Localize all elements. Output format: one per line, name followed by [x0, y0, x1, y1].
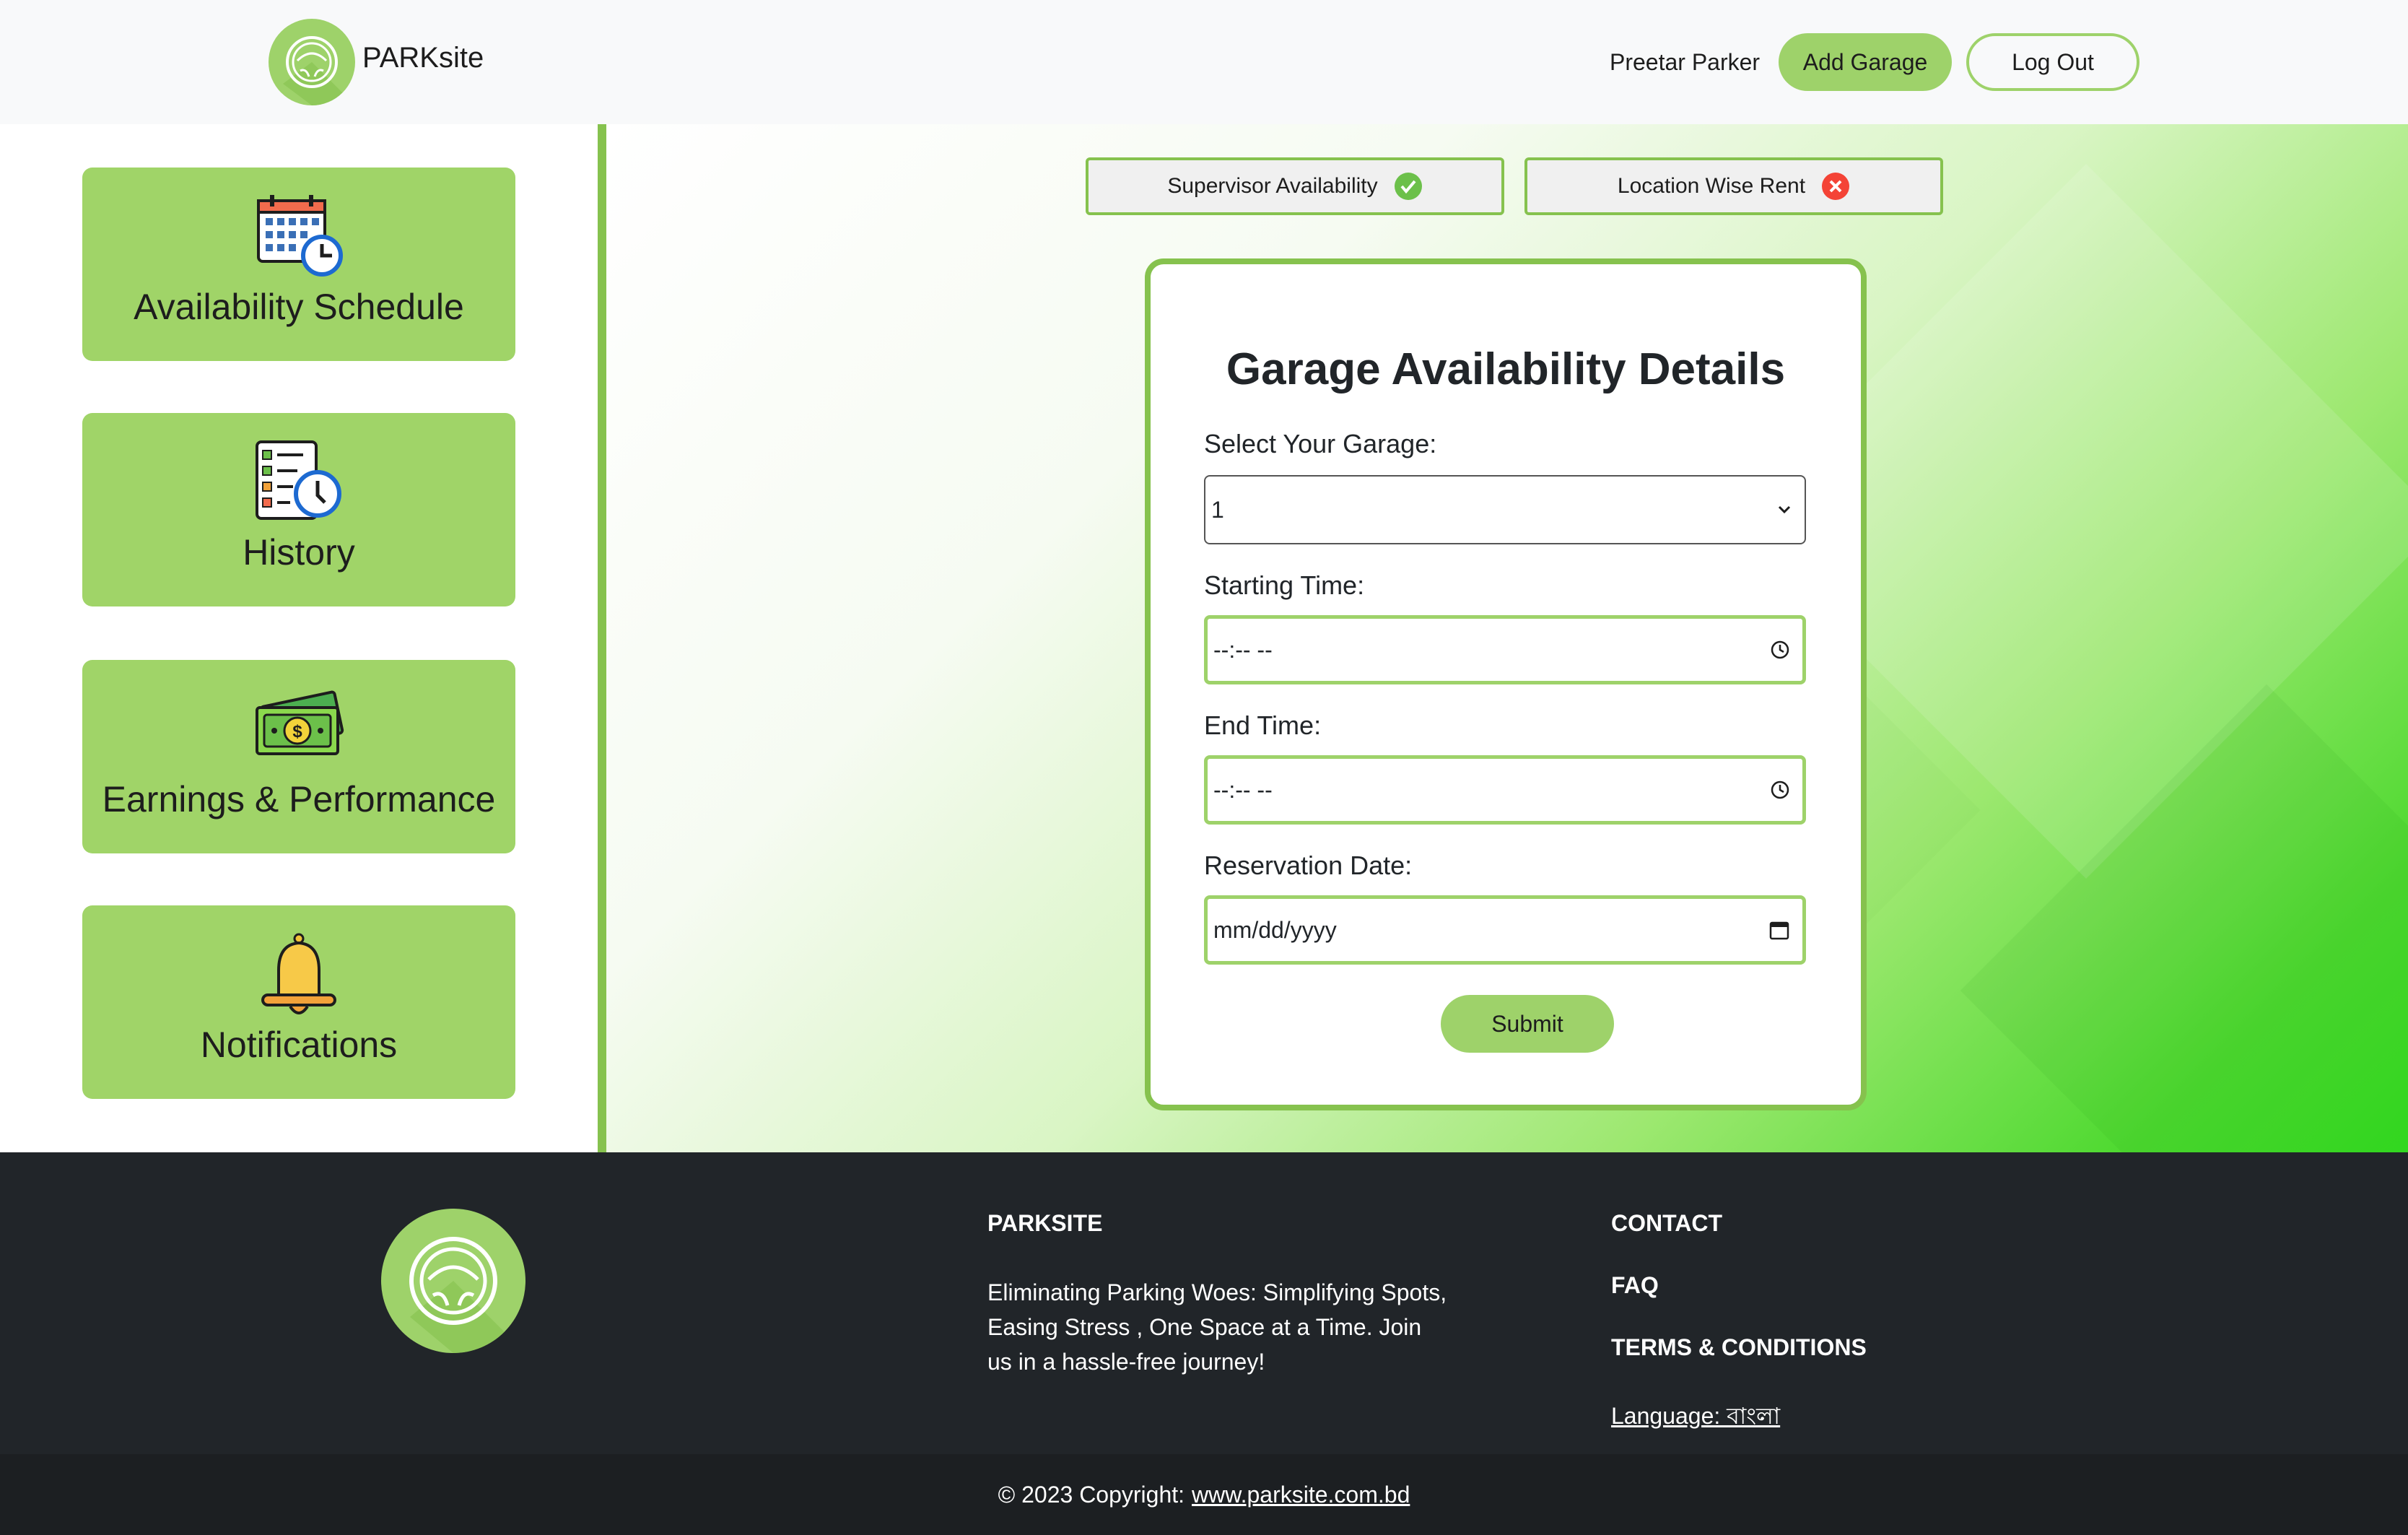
calendar-clock-icon [257, 195, 343, 277]
garage-select-value: 1 [1211, 496, 1224, 523]
start-time-label: Starting Time: [1204, 570, 1365, 600]
footer-contact-link[interactable]: CONTACT [1611, 1210, 1722, 1237]
submit-button[interactable]: Submit [1441, 995, 1614, 1053]
main-content: Supervisor Availability Location Wise Re… [606, 124, 2408, 1152]
parksite-logo-icon[interactable] [269, 19, 355, 105]
clock-icon[interactable] [1769, 639, 1791, 661]
cross-circle-icon [1822, 173, 1850, 200]
footer-tagline: Eliminating Parking Woes: Simplifying Sp… [987, 1279, 1447, 1375]
copyright-text: © 2023 Copyright: [998, 1481, 1185, 1508]
sidebar-item-label: History [243, 532, 355, 573]
brand-name[interactable]: PARKsite [362, 42, 484, 74]
svg-text:$: $ [292, 722, 302, 742]
user-name: Preetar Parker [1610, 49, 1761, 75]
language-switch-link[interactable]: Language: বাংলা [1611, 1398, 1780, 1437]
form-title: Garage Availability Details [1226, 344, 1786, 394]
garage-select[interactable]: 1 [1204, 475, 1806, 544]
footer: PARKSITE Eliminating Parking Woes: Simpl… [0, 1152, 2408, 1454]
start-time-input[interactable]: --:-- -- [1204, 615, 1806, 684]
start-time-placeholder: --:-- -- [1213, 636, 1273, 663]
garage-availability-form: Garage Availability Details Select Your … [1145, 258, 1867, 1110]
reservation-date-placeholder: mm/dd/yyyy [1213, 916, 1337, 943]
sidebar-item-notifications[interactable]: Notifications [82, 905, 515, 1099]
chevron-down-icon [1778, 505, 1791, 514]
sidebar-item-availability-schedule[interactable]: Availability Schedule [82, 168, 515, 361]
calendar-icon[interactable] [1768, 918, 1791, 942]
sidebar-item-label: Earnings & Performance [102, 779, 496, 819]
reservation-date-input[interactable]: mm/dd/yyyy [1204, 895, 1806, 965]
end-time-input[interactable]: --:-- -- [1204, 755, 1806, 825]
sidebar-divider [598, 124, 606, 1152]
clock-icon[interactable] [1769, 779, 1791, 801]
sidebar-item-earnings[interactable]: $ Earnings & Performance [82, 660, 515, 853]
footer-logo-icon [381, 1209, 525, 1353]
checklist-clock-icon [256, 440, 341, 520]
add-garage-button[interactable]: Add Garage [1779, 33, 1952, 91]
tab-label: Supervisor Availability [1167, 174, 1378, 198]
end-time-label: End Time: [1204, 710, 1322, 740]
check-circle-icon [1394, 173, 1422, 200]
logout-button[interactable]: Log Out [1966, 33, 2139, 91]
tab-supervisor-availability[interactable]: Supervisor Availability [1086, 157, 1504, 215]
tab-label: Location Wise Rent [1617, 174, 1806, 198]
sidebar-item-label: Notifications [200, 1025, 398, 1065]
footer-brand-heading: PARKSITE [987, 1210, 1103, 1236]
bell-icon [261, 933, 336, 1014]
footer-terms-link[interactable]: TERMS & CONDITIONS [1611, 1334, 1867, 1361]
reservation-date-label: Reservation Date: [1204, 851, 1413, 880]
sidebar-item-history[interactable]: History [82, 413, 515, 606]
copyright-website-link[interactable]: www.parksite.com.bd [1192, 1482, 1410, 1508]
footer-faq-link[interactable]: FAQ [1611, 1272, 1659, 1299]
money-icon: $ [256, 690, 344, 755]
copyright-bar: © 2023 Copyright: www.parksite.com.bd [0, 1454, 2408, 1535]
top-navbar: PARKsite Preetar Parker Add Garage Log O… [0, 0, 2408, 124]
garage-select-label: Select Your Garage: [1204, 429, 1437, 458]
tab-location-wise-rent[interactable]: Location Wise Rent [1524, 157, 1943, 215]
end-time-placeholder: --:-- -- [1213, 776, 1273, 803]
sidebar: Availability Schedule History $ Earnings… [0, 124, 598, 1152]
sidebar-item-label: Availability Schedule [134, 287, 464, 327]
